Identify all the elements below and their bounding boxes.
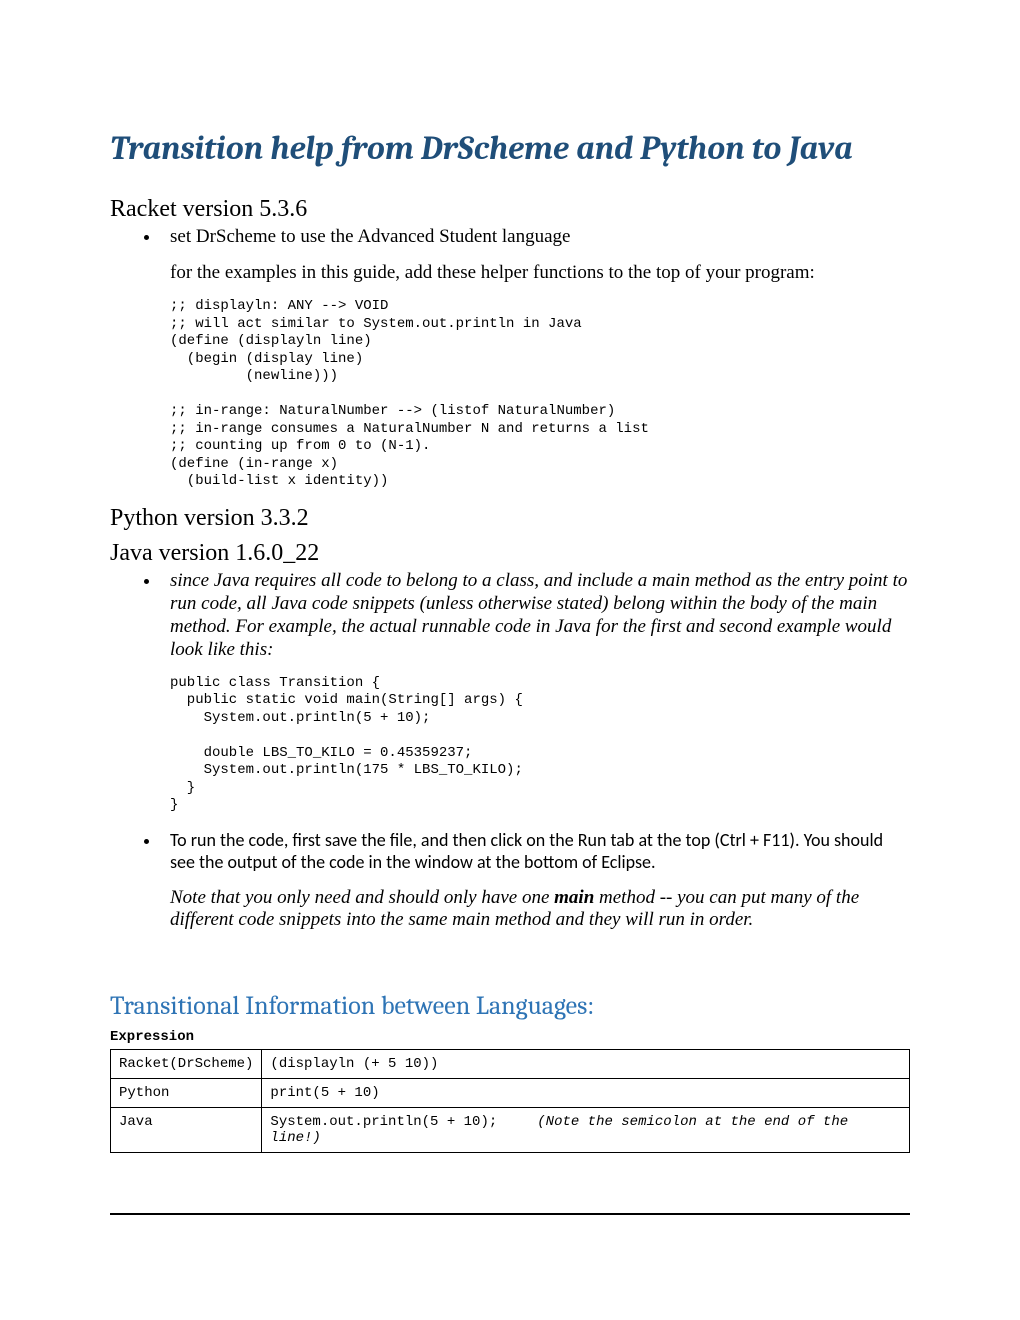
cell-lang: Racket(DrScheme) — [111, 1049, 262, 1078]
java-code-block: public class Transition { public static … — [170, 675, 910, 815]
cell-lang: Java — [111, 1107, 262, 1152]
list-item: set DrScheme to use the Advanced Student… — [160, 225, 910, 284]
cell-code: (displayln (+ 5 10)) — [262, 1049, 910, 1078]
list-item: since Java requires all code to belong t… — [160, 569, 910, 661]
cell-code: print(5 + 10) — [262, 1078, 910, 1107]
java-note-pre: Note that you only need and should only … — [170, 887, 554, 908]
java-list-2: To run the code, first save the file, an… — [110, 829, 910, 931]
table-row: Racket(DrScheme) (displayln (+ 5 10)) — [111, 1049, 910, 1078]
expression-caption: Expression — [110, 1029, 910, 1045]
java-bullet1-text: since Java requires all code to belong t… — [170, 570, 907, 660]
racket-list: set DrScheme to use the Advanced Student… — [110, 225, 910, 284]
table-row: Java System.out.println(5 + 10);(Note th… — [111, 1107, 910, 1152]
racket-bullet-text: set DrScheme to use the Advanced Student… — [170, 226, 570, 247]
java-note: Note that you only need and should only … — [170, 887, 910, 931]
python-heading: Python version 3.3.2 — [110, 505, 910, 532]
footer-rule — [110, 1213, 910, 1215]
racket-code-block: ;; displayln: ANY --> VOID ;; will act s… — [170, 298, 910, 491]
java-bullet2-text: To run the code, first save the file, an… — [170, 829, 883, 873]
cell-lang: Python — [111, 1078, 262, 1107]
java-heading: Java version 1.6.0_22 — [110, 540, 910, 567]
cell-code: System.out.println(5 + 10);(Note the sem… — [262, 1107, 910, 1152]
java-note-main: main — [554, 887, 594, 908]
racket-heading: Racket version 5.3.6 — [110, 196, 910, 223]
expression-table: Racket(DrScheme) (displayln (+ 5 10)) Py… — [110, 1049, 910, 1153]
java-list: since Java requires all code to belong t… — [110, 569, 910, 661]
page-title: Transition help from DrScheme and Python… — [110, 130, 910, 168]
list-item: To run the code, first save the file, an… — [160, 829, 910, 931]
racket-leadin: for the examples in this guide, add thes… — [170, 262, 910, 284]
transitional-heading: Transitional Information between Languag… — [110, 991, 910, 1021]
table-row: Python print(5 + 10) — [111, 1078, 910, 1107]
